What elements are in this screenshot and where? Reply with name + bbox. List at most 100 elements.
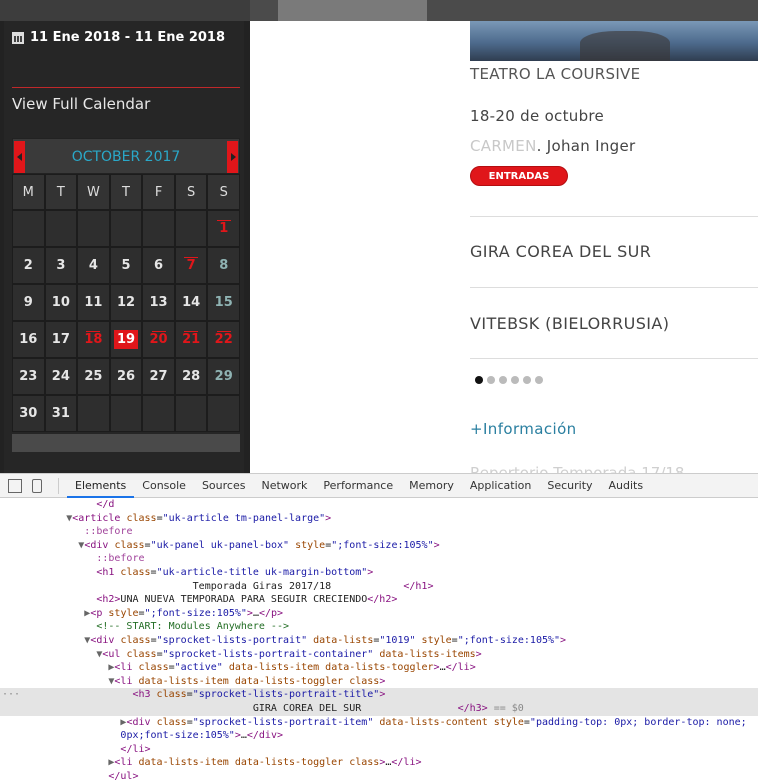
carousel-dot[interactable] bbox=[499, 376, 507, 384]
calendar-day[interactable]: 25 bbox=[77, 358, 110, 395]
dom-line[interactable]: </ul> bbox=[0, 770, 758, 783]
calendar-day[interactable]: 31 bbox=[44, 395, 78, 432]
calendar-day[interactable]: 9 bbox=[12, 284, 45, 321]
calendar-day[interactable]: 13 bbox=[142, 284, 175, 321]
calendar-day[interactable]: 5 bbox=[109, 247, 143, 284]
dom-tree: </d ▼<article class="uk-article tm-panel… bbox=[0, 498, 758, 783]
calendar-day[interactable]: 30 bbox=[12, 395, 45, 432]
calendar-day[interactable]: 16 bbox=[12, 321, 45, 358]
devtools-toolbar: Elements Console Sources Network Performance… bbox=[0, 474, 758, 498]
tour-item[interactable]: GIRA COREA DEL SUR bbox=[470, 242, 651, 261]
calendar-day[interactable]: 23 bbox=[12, 358, 45, 395]
calendar-day-number: 15 bbox=[214, 295, 233, 310]
devtools-tab[interactable]: Elements bbox=[67, 474, 135, 498]
inspect-element-icon[interactable] bbox=[8, 478, 22, 493]
dom-line[interactable]: ::before bbox=[0, 552, 758, 566]
calendar-day[interactable]: 26 bbox=[109, 358, 143, 395]
calendar-day[interactable]: 3 bbox=[44, 247, 78, 284]
calendar-day[interactable]: 10 bbox=[44, 284, 78, 321]
dom-line[interactable]: ▼<ul class="sprocket-lists-portrait-cont… bbox=[0, 648, 758, 662]
calendar-day[interactable]: 1 bbox=[207, 210, 240, 247]
dom-line[interactable]: ▶<li class="active" data-lists-item data… bbox=[0, 661, 758, 675]
calendar-day[interactable]: 7 bbox=[174, 247, 208, 284]
devtools-tab[interactable]: Network bbox=[253, 474, 315, 498]
dom-line-selected[interactable]: GIRA COREA DEL SUR </h3> == $0 bbox=[0, 701, 758, 716]
calendar-day[interactable]: 15 bbox=[207, 284, 240, 321]
dom-line[interactable]: ▼<li data-lists-item data-lists-toggler … bbox=[0, 675, 758, 689]
carousel-dots bbox=[475, 376, 543, 384]
dom-line[interactable]: ::before bbox=[0, 525, 758, 539]
devtools-tab[interactable]: Performance bbox=[315, 474, 401, 498]
tickets-button[interactable]: ENTRADAS bbox=[470, 166, 568, 186]
devtools-panel: Elements Console Sources Network Performance… bbox=[0, 473, 758, 783]
devtools-tab[interactable]: Audits bbox=[601, 474, 652, 498]
carousel-dot[interactable] bbox=[511, 376, 519, 384]
calendar-day-number: 20 bbox=[149, 332, 168, 347]
calendar-day[interactable]: 17 bbox=[44, 321, 78, 358]
dom-line[interactable]: ▶<div class="sprocket-lists-portrait-ite… bbox=[0, 716, 758, 730]
work-title[interactable]: CARMEN bbox=[470, 137, 537, 155]
dom-line[interactable]: ▶<p style=";font-size:105%">…</p> bbox=[0, 607, 758, 621]
device-toolbar-icon[interactable] bbox=[32, 478, 42, 493]
calendar-day-number: 5 bbox=[121, 258, 131, 273]
more-info-link[interactable]: +Información bbox=[470, 420, 577, 438]
calendar-day[interactable]: 18 bbox=[77, 321, 110, 358]
calendar-day[interactable]: 2 bbox=[12, 247, 45, 284]
work-author: Johan Inger bbox=[546, 137, 636, 155]
devtools-tab[interactable]: Console bbox=[134, 474, 194, 498]
calendar-day-number: 29 bbox=[214, 369, 233, 384]
calendar-day-number: 3 bbox=[56, 258, 66, 273]
calendar-day[interactable]: 14 bbox=[174, 284, 208, 321]
calendar-icon bbox=[12, 31, 24, 44]
calendar-day[interactable]: 12 bbox=[109, 284, 143, 321]
calendar-day[interactable]: 27 bbox=[142, 358, 175, 395]
dom-line[interactable]: </d bbox=[0, 498, 758, 512]
devtools-tab[interactable]: Application bbox=[462, 474, 539, 498]
carousel-dot[interactable] bbox=[475, 376, 483, 384]
dom-line[interactable]: ▶<li data-lists-item data-lists-toggler … bbox=[0, 756, 758, 770]
dom-line[interactable]: <h1 class="uk-article-title uk-margin-bo… bbox=[0, 566, 758, 580]
devtools-tab[interactable]: Memory bbox=[401, 474, 462, 498]
dom-line[interactable]: 0px;font-size:105%">…</div> bbox=[0, 729, 758, 743]
dom-line[interactable]: <h2>UNA NUEVA TEMPORADA PARA SEGUIR CREC… bbox=[0, 593, 758, 607]
calendar-day[interactable]: 20 bbox=[142, 321, 175, 358]
devtools-tabs: Elements Console Sources Network Performance… bbox=[67, 474, 651, 498]
calendar-day-number: 26 bbox=[116, 369, 136, 384]
weekday-header: S bbox=[207, 174, 240, 210]
top-strip-tab bbox=[278, 0, 427, 21]
dom-line-selected[interactable]: ··· <h3 class="sprocket-lists-portrait-t… bbox=[0, 688, 758, 702]
calendar-empty-cell bbox=[174, 210, 208, 247]
carousel-dot[interactable] bbox=[523, 376, 531, 384]
calendar-day[interactable]: 24 bbox=[44, 358, 78, 395]
calendar-day[interactable]: 6 bbox=[142, 247, 175, 284]
calendar-day[interactable]: 11 bbox=[77, 284, 110, 321]
calendar-empty-cell bbox=[207, 395, 240, 432]
calendar-day[interactable]: 8 bbox=[207, 247, 240, 284]
calendar-day[interactable]: 21 bbox=[174, 321, 208, 358]
dom-line[interactable]: ▼<div class="uk-panel uk-panel-box" styl… bbox=[0, 539, 758, 553]
dom-line[interactable]: ▼<article class="uk-article tm-panel-lar… bbox=[0, 512, 758, 526]
dom-line[interactable]: Temporada Giras 2017/18 </h1> bbox=[0, 580, 758, 594]
view-full-calendar-link[interactable]: View Full Calendar bbox=[12, 95, 150, 113]
calendar-day-number: 12 bbox=[116, 295, 136, 310]
carousel-dot[interactable] bbox=[487, 376, 495, 384]
calendar-day[interactable]: 29 bbox=[207, 358, 240, 395]
calendar-day[interactable]: 22 bbox=[207, 321, 240, 358]
calendar-day[interactable]: 4 bbox=[77, 247, 110, 284]
calendar-day-number: 18 bbox=[84, 332, 103, 347]
calendar-day-number: 22 bbox=[214, 332, 233, 347]
sidebar: 11 Ene 2018 - 11 Ene 2018 View Full Cale… bbox=[0, 21, 250, 473]
devtools-tab[interactable]: Sources bbox=[194, 474, 254, 498]
calendar-day[interactable]: 19 bbox=[109, 321, 143, 358]
tour-item[interactable]: VITEBSK (BIELORRUSIA) bbox=[470, 314, 669, 333]
dom-line[interactable]: ▼<div class="sprocket-lists-portrait" da… bbox=[0, 634, 758, 648]
calendar-day-number: 14 bbox=[182, 295, 201, 310]
devtools-tab[interactable]: Security bbox=[539, 474, 600, 498]
next-month-button[interactable] bbox=[227, 141, 238, 173]
weekday-header: F bbox=[142, 174, 175, 210]
dom-line[interactable]: </li> bbox=[0, 743, 758, 757]
calendar-day[interactable]: 28 bbox=[174, 358, 208, 395]
dom-line[interactable]: <!-- START: Modules Anywhere --> bbox=[0, 620, 758, 634]
carousel-dot[interactable] bbox=[535, 376, 543, 384]
calendar-empty-cell bbox=[109, 210, 143, 247]
